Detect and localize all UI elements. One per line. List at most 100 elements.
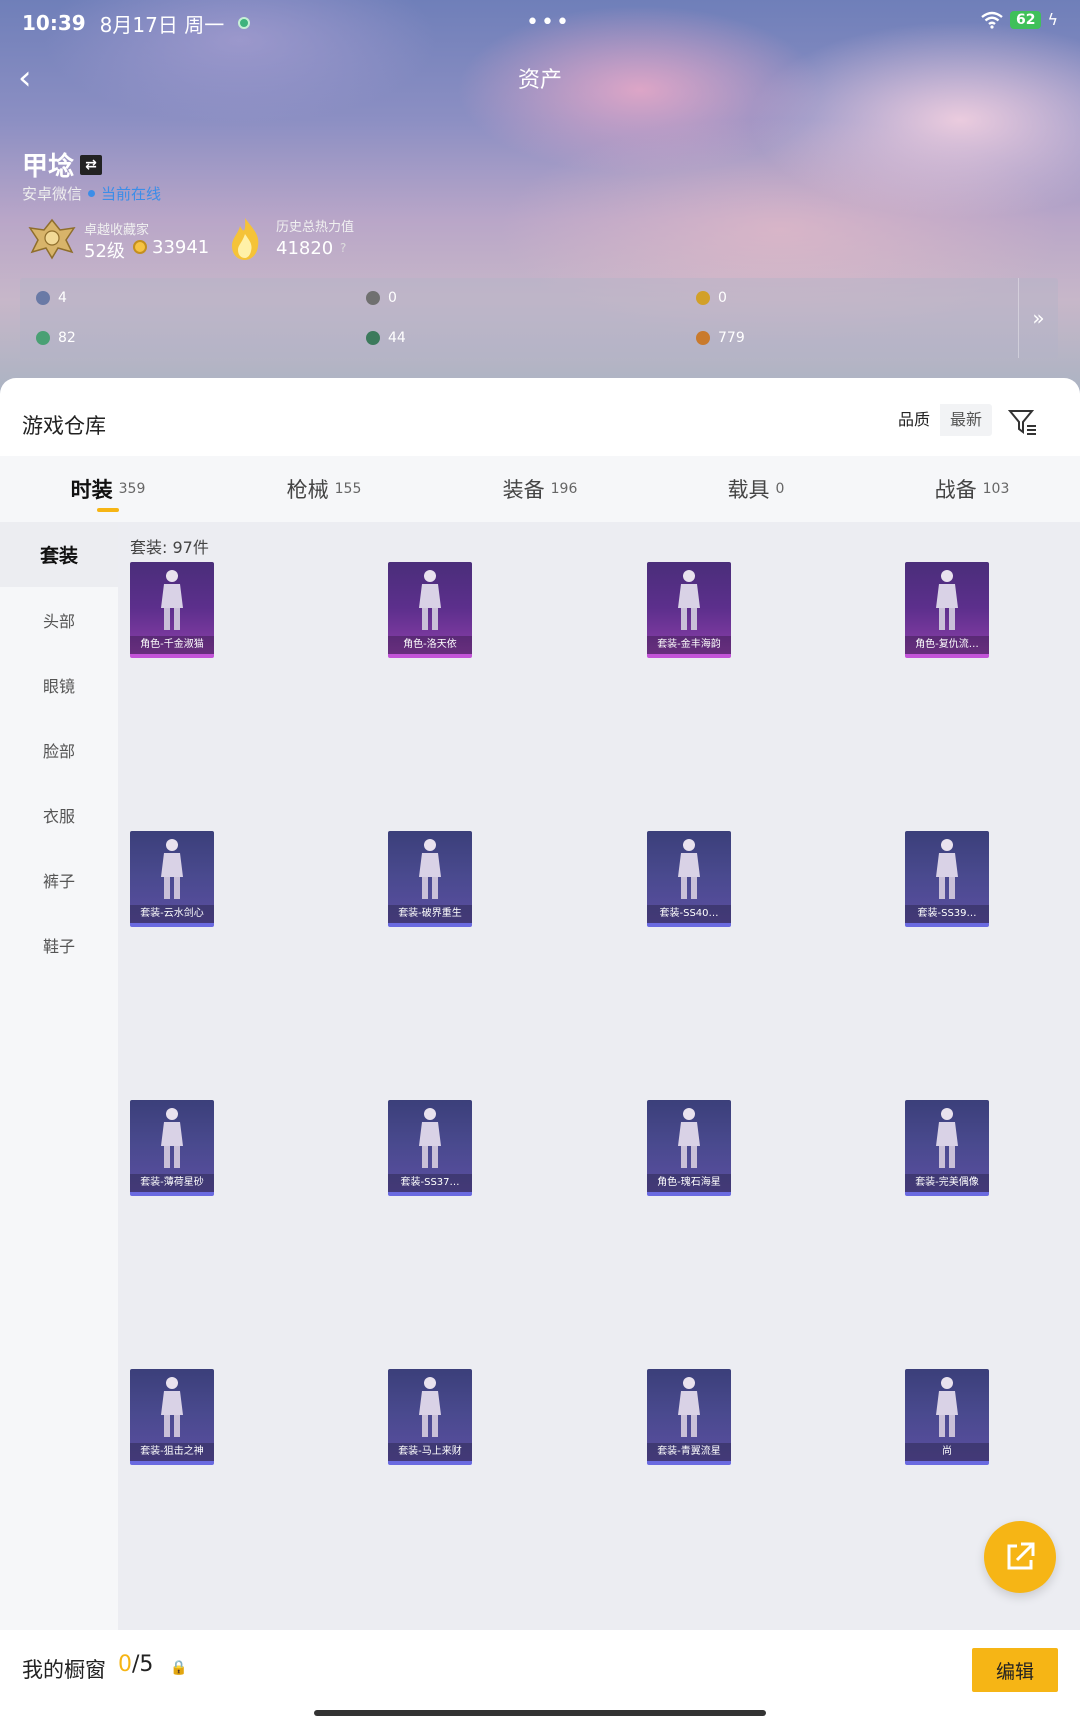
- share-button[interactable]: [984, 1521, 1056, 1593]
- item-card[interactable]: 角色-复仇流…: [905, 562, 989, 658]
- item-card[interactable]: 套装-SS39…: [905, 831, 989, 927]
- tab-label: 装备: [502, 478, 545, 502]
- chevron-right-double-icon[interactable]: »: [1018, 278, 1058, 358]
- currency-item: 779: [696, 330, 745, 346]
- sidebar-item-pants[interactable]: 裤子: [0, 847, 118, 912]
- item-card[interactable]: 套装-破界重生: [388, 831, 472, 927]
- warehouse-card: 游戏仓库 品质 最新 时装 359 枪械 155 装备 196 载具 0 战备 …: [0, 378, 1080, 1728]
- item-card[interactable]: 角色-千金淑猫: [130, 562, 214, 658]
- item-card[interactable]: 套装-完美偶像: [905, 1100, 989, 1196]
- item-card[interactable]: 套装-狙击之神: [130, 1369, 214, 1465]
- item-card[interactable]: 尚: [905, 1369, 989, 1465]
- flame-icon: [232, 218, 259, 260]
- item-name: 角色-复仇流…: [905, 636, 989, 654]
- rank-label: 卓越收藏家: [84, 223, 150, 238]
- currency-icon: [366, 331, 380, 345]
- outfit-figure-icon: [678, 1377, 700, 1437]
- item-card[interactable]: 套装-金丰海韵: [647, 562, 731, 658]
- outfit-figure-icon: [419, 1108, 441, 1168]
- item-name: 套装-SS37…: [388, 1174, 472, 1192]
- battery-indicator: 62: [1009, 10, 1042, 29]
- online-dot-icon: [88, 190, 96, 197]
- heat-value: 41820: [276, 238, 334, 259]
- status-time: 10:39: [22, 11, 86, 35]
- outfit-figure-icon: [678, 1108, 700, 1168]
- coin-value: 33941: [152, 237, 210, 258]
- item-name: 套装-金丰海韵: [647, 636, 731, 654]
- item-card[interactable]: 角色-瑰石海星: [647, 1100, 731, 1196]
- charging-icon: ϟ: [1047, 10, 1058, 29]
- tab-equipment[interactable]: 装备 196: [432, 456, 648, 522]
- outfit-figure-icon: [678, 839, 700, 899]
- sidebar-item-face[interactable]: 脸部: [0, 717, 118, 782]
- tab-weapons[interactable]: 枪械 155: [216, 456, 432, 522]
- player-name: 甲埝: [22, 152, 75, 182]
- item-card[interactable]: 套装-青翼流星: [647, 1369, 731, 1465]
- rank-level: 52级: [84, 241, 125, 262]
- tab-count: 155: [334, 481, 362, 497]
- heat-label: 历史总热力值: [276, 220, 355, 235]
- item-card[interactable]: 套装-薄荷星砂: [130, 1100, 214, 1196]
- outfit-figure-icon: [419, 1377, 441, 1437]
- item-name: 套装-SS39…: [905, 905, 989, 923]
- sort-quality-button[interactable]: 品质: [888, 404, 941, 436]
- outfit-figure-icon: [936, 1108, 958, 1168]
- category-tabs: 时装 359 枪械 155 装备 196 载具 0 战备 103: [0, 456, 1080, 522]
- sidebar-item-clothes[interactable]: 衣服: [0, 782, 118, 847]
- item-grid: 套装: 97件 角色-千金淑猫 角色-洛天依 套装-金丰海韵 角色-复仇流… 套装-云水…: [118, 522, 1080, 1637]
- currency-item: 82: [36, 330, 76, 346]
- showcase-total: /5: [132, 1652, 154, 1677]
- platform-label: 安卓微信: [22, 185, 83, 203]
- wifi-icon: [981, 11, 1003, 29]
- edit-button[interactable]: 编辑: [972, 1648, 1058, 1692]
- help-icon[interactable]: ?: [340, 241, 346, 255]
- switch-account-icon[interactable]: ⇄: [80, 154, 103, 175]
- status-bar: 10:39 8月17日 周一 ••• 62 ϟ: [22, 8, 1058, 38]
- collector-badge-icon: [28, 218, 76, 260]
- outfit-figure-icon: [161, 1377, 183, 1437]
- item-card[interactable]: 套装-马上来财: [388, 1369, 472, 1465]
- lock-icon: 🔒: [170, 1660, 188, 1676]
- item-card[interactable]: 套装-SS37…: [388, 1100, 472, 1196]
- sidebar-item-outfit[interactable]: 套装: [0, 522, 118, 587]
- currency-value: 0: [388, 290, 397, 306]
- more-dots-icon[interactable]: •••: [526, 10, 571, 35]
- showcase-count: 0/5: [118, 1652, 153, 1677]
- tab-fashion[interactable]: 时装 359: [0, 456, 216, 522]
- outfit-figure-icon: [678, 570, 700, 630]
- currency-icon: [36, 331, 50, 345]
- item-card[interactable]: 套装-云水剑心: [130, 831, 214, 927]
- item-name: 角色-瑰石海星: [647, 1174, 731, 1192]
- tab-label: 时装: [70, 478, 113, 502]
- currency-icon: [696, 291, 710, 305]
- tab-label: 载具: [727, 478, 770, 502]
- outfit-figure-icon: [936, 839, 958, 899]
- item-name: 套装-破界重生: [388, 905, 472, 923]
- currency-icon: [366, 291, 380, 305]
- sidebar-item-head[interactable]: 头部: [0, 587, 118, 652]
- warehouse-title: 游戏仓库: [22, 414, 106, 438]
- currency-item: 4: [36, 290, 67, 306]
- sort-newest-button[interactable]: 最新: [940, 404, 992, 436]
- item-name: 角色-洛天依: [388, 636, 472, 654]
- showcase-label: 我的橱窗: [22, 1658, 106, 1682]
- showcase-used: 0: [118, 1652, 132, 1677]
- outfit-figure-icon: [419, 570, 441, 630]
- item-card[interactable]: 角色-洛天依: [388, 562, 472, 658]
- sort-toggle: 品质 最新: [888, 404, 993, 436]
- item-card[interactable]: 套装-SS40…: [647, 831, 731, 927]
- sidebar-item-glasses[interactable]: 眼镜: [0, 652, 118, 717]
- tab-vehicles[interactable]: 载具 0: [648, 456, 864, 522]
- app-notification-icon: [238, 17, 251, 29]
- showcase-bar: 我的橱窗 0/5 🔒 编辑: [0, 1630, 1080, 1728]
- sidebar-item-shoes[interactable]: 鞋子: [0, 912, 118, 977]
- currency-item: 44: [366, 330, 406, 346]
- page-title: 资产: [517, 68, 562, 93]
- filter-icon[interactable]: [1008, 408, 1038, 436]
- currency-icon: [36, 291, 50, 305]
- item-name: 套装-马上来财: [388, 1443, 472, 1461]
- outfit-figure-icon: [936, 570, 958, 630]
- tab-supplies[interactable]: 战备 103: [864, 456, 1080, 522]
- item-name: 角色-千金淑猫: [130, 636, 214, 654]
- outfit-figure-icon: [936, 1377, 958, 1437]
